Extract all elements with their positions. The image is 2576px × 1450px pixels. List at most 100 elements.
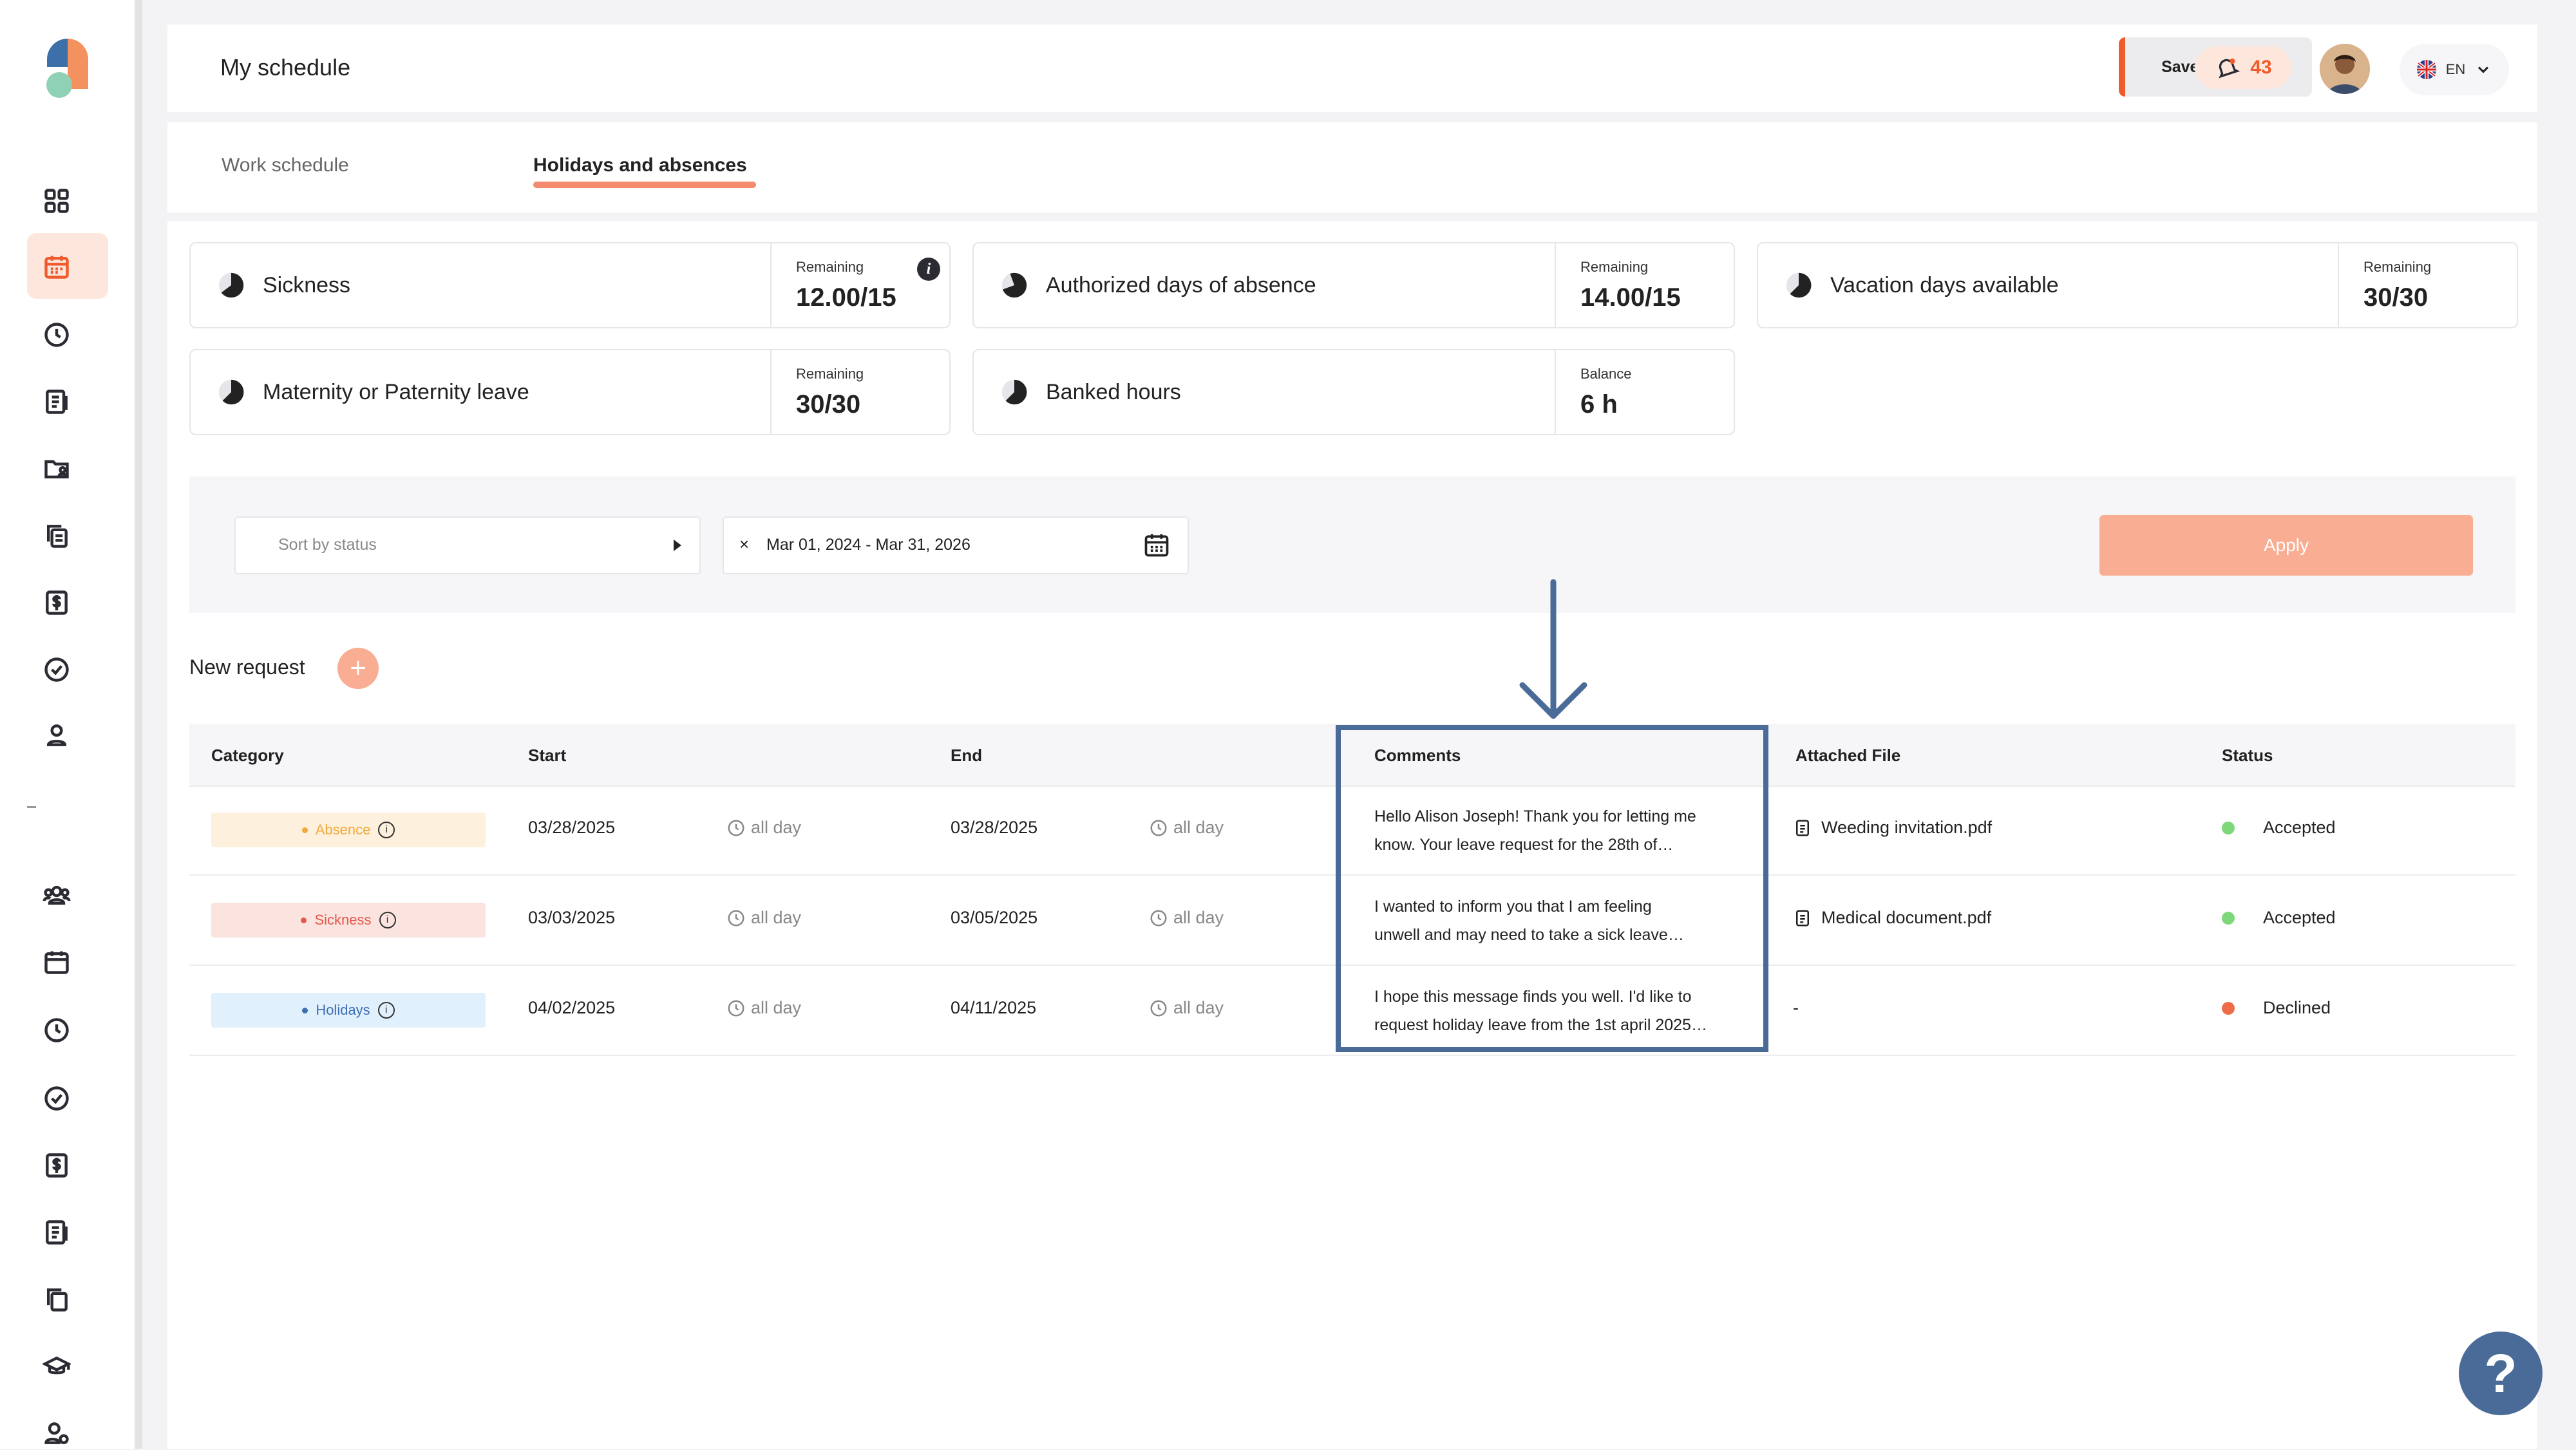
end-time-label: all day	[1173, 908, 1224, 927]
end-date: 03/05/2025	[951, 908, 1038, 927]
notifications-button[interactable]: 43	[2195, 46, 2291, 89]
language-selector[interactable]: EN	[2400, 44, 2509, 95]
user-settings-icon[interactable]	[40, 1417, 73, 1450]
active-tab-indicator	[533, 182, 756, 188]
clock-icon[interactable]	[40, 318, 73, 352]
tab-work-schedule[interactable]: Work schedule	[222, 155, 349, 176]
app-logo[interactable]	[27, 27, 108, 115]
file-name: Medical document.pdf	[1821, 908, 1992, 927]
apply-button[interactable]: Apply	[2099, 515, 2473, 576]
balance-card-banked-hours: Banked hours Balance 6 h	[972, 349, 1735, 435]
dollar-alt-icon[interactable]	[40, 1149, 73, 1182]
sidebar-scrollbar[interactable]	[135, 0, 142, 1449]
new-request-label: New request	[189, 655, 305, 679]
graduation-cap-icon[interactable]	[40, 1350, 73, 1383]
status-label: Declined	[2263, 998, 2331, 1017]
new-request-button[interactable]: +	[337, 648, 379, 689]
info-icon[interactable]: i	[917, 258, 940, 281]
folder-user-icon[interactable]	[40, 452, 73, 485]
balance-label: Balance	[1580, 366, 1632, 382]
start-time: all day	[726, 818, 801, 838]
status-badge: Accepted	[2222, 818, 2336, 838]
attached-file-link[interactable]: Weeding invitation.pdf	[1793, 818, 1992, 838]
status-dot	[2222, 911, 2235, 925]
page-title: My schedule	[220, 54, 351, 80]
dollar-icon[interactable]	[40, 586, 73, 619]
sort-by-status-select[interactable]: Sort by status	[234, 516, 701, 574]
attached-file-link[interactable]: Medical document.pdf	[1793, 908, 1991, 928]
file-name: Weeding invitation.pdf	[1821, 818, 1993, 837]
pie-icon	[218, 379, 244, 405]
info-icon[interactable]: i	[379, 912, 396, 928]
status-badge: Accepted	[2222, 908, 2336, 928]
clock-icon	[1150, 1000, 1167, 1016]
status-label: Accepted	[2263, 908, 2336, 927]
column-header-status[interactable]: Status	[2222, 746, 2273, 766]
category-badge-holidays: Holidays i	[211, 993, 486, 1028]
date-range-field[interactable]: × Mar 01, 2024 - Mar 31, 2026	[723, 516, 1189, 574]
report-alt-icon[interactable]	[40, 1216, 73, 1249]
badge-dot	[301, 917, 307, 923]
team-icon[interactable]	[40, 878, 73, 912]
clock-icon	[1150, 820, 1167, 836]
clock-alt-icon[interactable]	[40, 1013, 73, 1047]
documents-alt-icon[interactable]	[40, 1283, 73, 1316]
user-avatar[interactable]	[2320, 44, 2370, 94]
documents-icon[interactable]	[40, 519, 73, 552]
report-icon[interactable]	[40, 385, 73, 419]
check-circle-icon[interactable]	[40, 653, 73, 686]
annotation-highlight-box	[1336, 725, 1768, 1052]
balance-card-sickness: Sickness Remaining 12.00/15 i	[189, 242, 951, 328]
balance-card-vacation: Vacation days available Remaining 30/30	[1757, 242, 2518, 328]
status-badge: Declined	[2222, 998, 2331, 1018]
clear-date-icon[interactable]: ×	[739, 534, 749, 554]
category-badge-sickness: Sickness i	[211, 903, 486, 937]
pie-icon	[1001, 272, 1027, 298]
help-button[interactable]: ?	[2459, 1332, 2543, 1415]
category-label: Sickness	[314, 912, 372, 928]
balance-label: Remaining	[796, 366, 864, 382]
calendar-picker-icon[interactable]	[1142, 531, 1171, 559]
end-time: all day	[1149, 818, 1224, 838]
start-time-label: all day	[751, 818, 802, 837]
chevron-down-icon	[2478, 66, 2489, 73]
pie-icon	[218, 272, 244, 298]
balance-title: Vacation days available	[1830, 272, 2059, 297]
clock-icon	[728, 1000, 744, 1016]
uk-flag-icon	[2416, 60, 2436, 79]
caret-right-icon	[674, 540, 681, 551]
end-time-label: all day	[1173, 998, 1224, 1017]
end-time: all day	[1149, 908, 1224, 928]
user-icon[interactable]	[40, 719, 73, 752]
balance-card-parental-leave: Maternity or Paternity leave Remaining 3…	[189, 349, 951, 435]
column-header-attached-file[interactable]: Attached File	[1795, 746, 1900, 766]
language-label: EN	[2445, 61, 2466, 77]
start-time: all day	[726, 908, 801, 928]
top-header: My schedule Save my hours 43 EN	[167, 24, 2537, 112]
clock-icon	[728, 910, 744, 926]
page-scrollbar[interactable]	[2550, 0, 2576, 1449]
sidebar-divider	[27, 806, 36, 808]
start-date: 03/28/2025	[528, 818, 616, 837]
clock-icon	[1150, 910, 1167, 926]
calendar-icon[interactable]	[40, 250, 73, 283]
start-date: 04/02/2025	[528, 998, 616, 1017]
calendar-alt-icon[interactable]	[40, 945, 73, 979]
category-label: Holidays	[316, 1002, 370, 1018]
column-header-end[interactable]: End	[951, 746, 982, 766]
document-icon	[1796, 820, 1809, 836]
column-header-start[interactable]: Start	[528, 746, 566, 766]
check-circle-alt-icon[interactable]	[40, 1082, 73, 1115]
bell-icon	[2219, 58, 2240, 79]
category-label: Absence	[315, 822, 371, 838]
info-icon[interactable]: i	[377, 1002, 395, 1019]
end-date: 03/28/2025	[951, 818, 1038, 837]
balance-value: 6 h	[1580, 390, 1618, 419]
column-header-category[interactable]: Category	[211, 746, 284, 766]
balance-title: Sickness	[263, 272, 351, 297]
start-date: 03/03/2025	[528, 908, 616, 927]
info-icon[interactable]: i	[378, 822, 395, 838]
dashboard-icon[interactable]	[40, 184, 73, 218]
tab-holidays-and-absences[interactable]: Holidays and absences	[533, 155, 747, 176]
badge-dot	[302, 1007, 308, 1013]
